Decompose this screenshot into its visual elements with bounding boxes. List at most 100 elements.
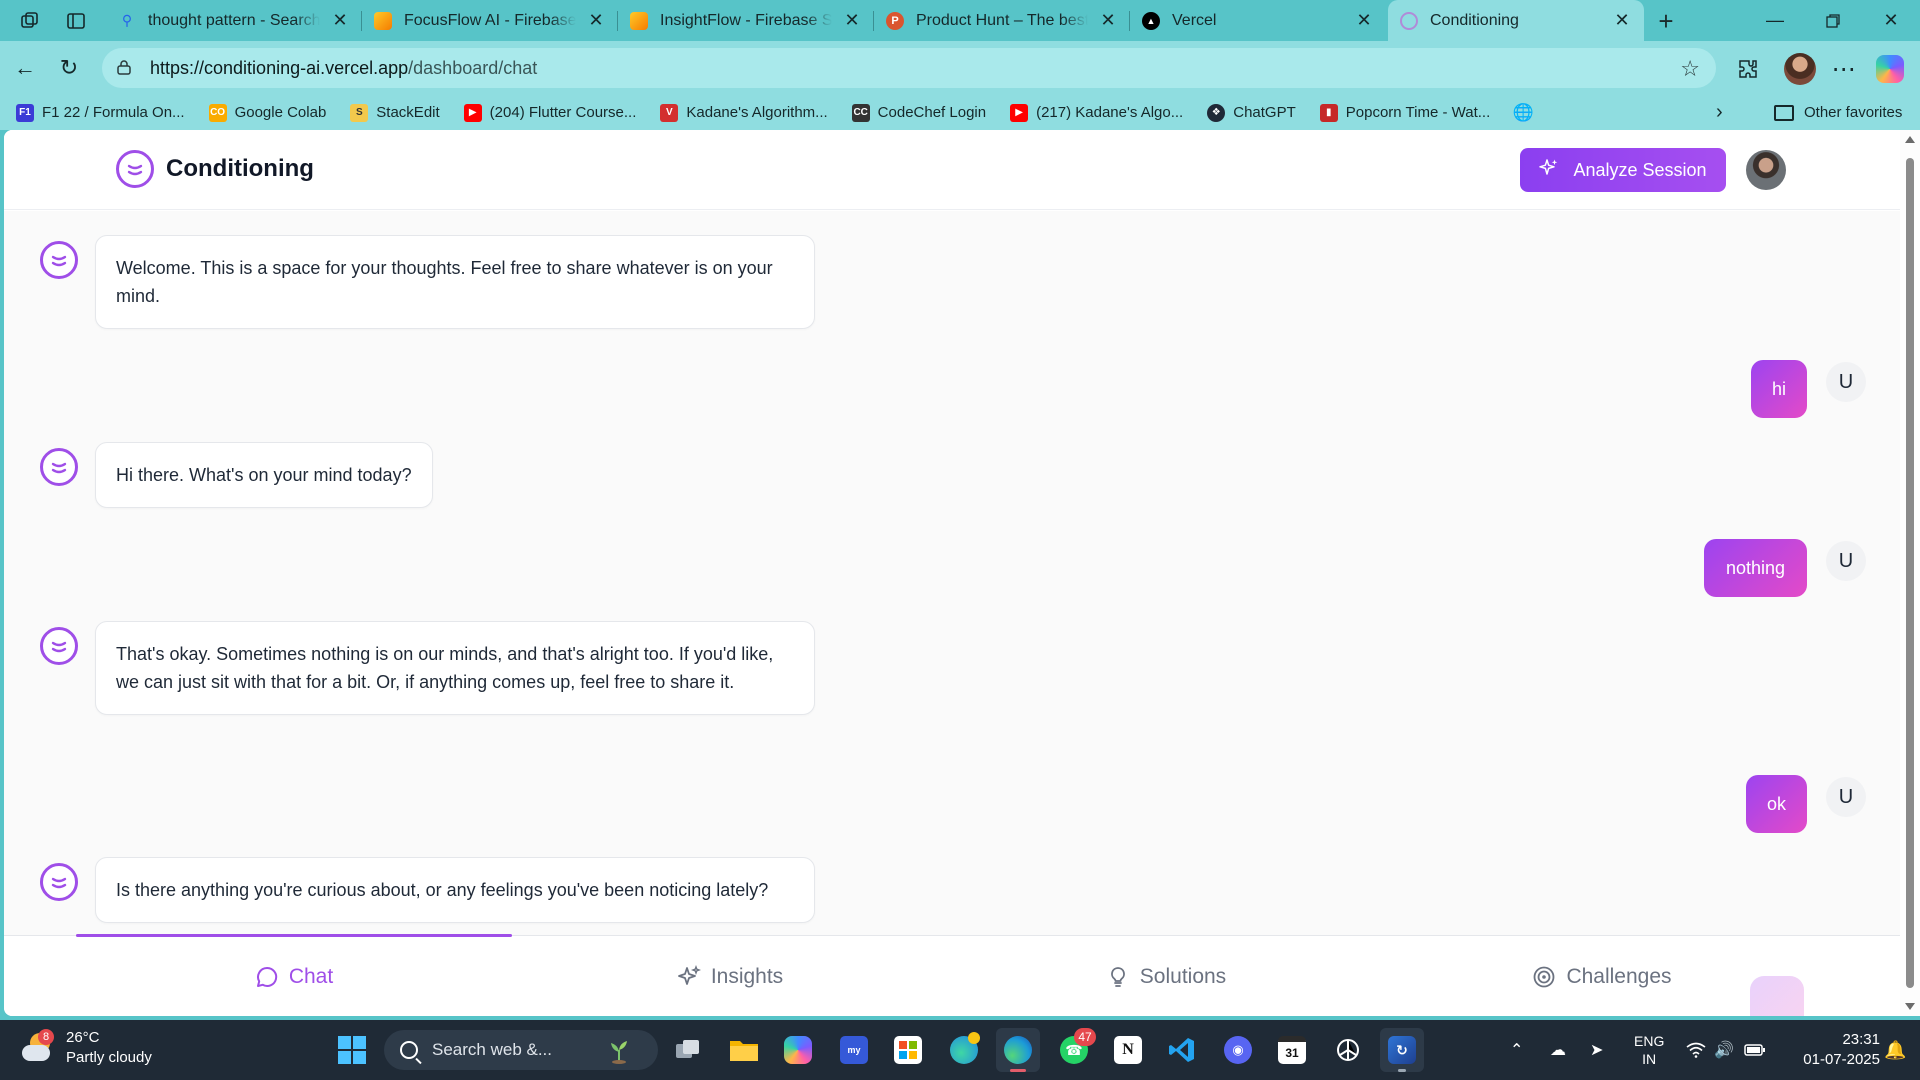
close-icon[interactable]: ✕ <box>586 10 606 31</box>
colab-icon: CO <box>208 103 227 122</box>
chevron-right-icon[interactable]: › <box>1716 95 1723 130</box>
copilot-icon[interactable] <box>1876 55 1904 83</box>
tab-label: Solutions <box>1139 964 1227 988</box>
scroll-up-icon[interactable] <box>1905 136 1915 143</box>
tab-focusflow[interactable]: FocusFlow AI - Firebase Studio ✕ <box>362 0 618 41</box>
tab-label: Insights <box>710 964 784 988</box>
calendar-icon[interactable]: 31 <box>1270 1028 1314 1072</box>
chat-bubble-icon <box>256 966 277 987</box>
close-icon[interactable]: ✕ <box>330 10 350 31</box>
location-icon[interactable]: ➤ <box>1590 1020 1603 1080</box>
youtube-icon: ▶ <box>463 103 482 122</box>
task-view-icon[interactable] <box>666 1028 710 1072</box>
discord-icon[interactable]: ◉ <box>1216 1028 1260 1072</box>
refresh-icon[interactable]: ↻ <box>54 53 84 83</box>
more-options-icon[interactable]: ⋯ <box>1828 53 1860 85</box>
bookmark-codechef[interactable]: CC CodeChef Login <box>851 103 986 122</box>
copilot-app-icon[interactable] <box>776 1028 820 1072</box>
bookmark-stackedit[interactable]: S StackEdit <box>350 103 440 122</box>
edge-browser-icon[interactable] <box>996 1028 1040 1072</box>
back-icon[interactable]: ← <box>10 53 40 83</box>
vscode-icon[interactable] <box>1160 1028 1204 1072</box>
close-icon[interactable]: ✕ <box>1612 10 1632 31</box>
chat-thread[interactable]: Welcome. This is a space for your though… <box>4 211 1900 935</box>
bookmark-chatgpt[interactable]: ❖ ChatGPT <box>1207 103 1296 122</box>
tab-producthunt[interactable]: P Product Hunt – The best new products ✕ <box>874 0 1130 41</box>
tab-search[interactable]: ⚲ thought pattern - Search ✕ <box>106 0 362 41</box>
language-indicator[interactable]: ENG IN <box>1634 1020 1664 1080</box>
tab-vercel[interactable]: ▲ Vercel ✕ <box>1130 0 1386 41</box>
system-clock[interactable]: 23:31 01-07-2025 <box>1784 1030 1880 1070</box>
codechef-icon: CC <box>851 103 870 122</box>
firebase-icon <box>630 11 648 30</box>
popcorn-icon: ▮ <box>1319 103 1338 122</box>
pycharm-app-icon[interactable]: ↻ <box>1380 1028 1424 1072</box>
browser-toolbar: ← ↻ https://conditioning-ai.vercel.app/d… <box>0 41 1920 95</box>
brand-name: Conditioning <box>166 155 314 182</box>
close-window-icon[interactable]: ✕ <box>1862 0 1920 41</box>
search-icon: ⚲ <box>121 12 133 28</box>
close-icon[interactable]: ✕ <box>842 10 862 31</box>
myjio-icon[interactable]: my <box>832 1028 876 1072</box>
bot-message-text: Welcome. This is a space for your though… <box>95 235 815 329</box>
brand[interactable]: Conditioning <box>116 150 314 188</box>
bot-message-text: That's okay. Sometimes nothing is on our… <box>95 621 815 715</box>
extensions-icon[interactable] <box>1732 53 1764 85</box>
volume-icon[interactable]: 🔊 <box>1714 1020 1734 1080</box>
tab-solutions[interactable]: Solutions <box>948 936 1384 1016</box>
other-favorites[interactable]: Other favorites <box>1774 95 1902 130</box>
site-info-icon[interactable] <box>116 59 136 78</box>
tray-overflow-icon[interactable]: ⌃ <box>1510 1020 1523 1080</box>
scrollbar-thumb[interactable] <box>1906 158 1914 988</box>
bookmarks-bar: F1 F1 22 / Formula On... CO Google Colab S… <box>0 95 1920 130</box>
close-icon[interactable]: ✕ <box>1098 10 1118 31</box>
bookmark-globe[interactable]: 🌐 <box>1513 103 1540 122</box>
file-explorer-icon[interactable] <box>722 1028 766 1072</box>
battery-icon[interactable] <box>1744 1020 1766 1080</box>
bookmark-kadane[interactable]: V Kadane's Algorithm... <box>660 103 828 122</box>
tab-insights[interactable]: Insights <box>512 936 948 1016</box>
bookmark-f1[interactable]: F1 F1 22 / Formula On... <box>16 103 185 122</box>
notion-icon[interactable]: N <box>1106 1028 1150 1072</box>
onedrive-off-icon[interactable]: ☁ <box>1550 1020 1566 1080</box>
sparkles-icon <box>1539 158 1559 183</box>
bookmark-colab[interactable]: CO Google Colab <box>208 103 326 122</box>
vertical-tabs-icon[interactable] <box>62 7 90 35</box>
restore-icon[interactable] <box>1804 0 1862 41</box>
favorite-star-icon[interactable]: ☆ <box>1680 56 1700 82</box>
notifications-icon[interactable]: 🔔 <box>1884 1020 1906 1080</box>
lang-secondary: IN <box>1642 1051 1657 1067</box>
chatgpt-app-icon[interactable] <box>1326 1028 1370 1072</box>
address-bar[interactable]: https://conditioning-ai.vercel.app/dashb… <box>102 48 1716 88</box>
edge-beta-icon[interactable] <box>942 1028 986 1072</box>
bookmark-popcorn[interactable]: ▮ Popcorn Time - Wat... <box>1319 103 1490 122</box>
bookmark-flutter[interactable]: ▶ (204) Flutter Course... <box>463 103 636 122</box>
user-avatar[interactable] <box>1746 150 1786 190</box>
plant-icon <box>611 1041 627 1064</box>
app-header: Conditioning Analyze Session <box>4 130 1900 210</box>
whatsapp-icon[interactable]: ☎ 47 <box>1052 1028 1096 1072</box>
firebase-icon <box>374 11 392 30</box>
browser-profile-avatar[interactable] <box>1784 53 1816 85</box>
minimize-icon[interactable]: — <box>1746 0 1804 41</box>
scroll-down-icon[interactable] <box>1905 1003 1915 1010</box>
floating-action-button[interactable] <box>1750 976 1804 1016</box>
bookmark-kadane-yt[interactable]: ▶ (217) Kadane's Algo... <box>1010 103 1183 122</box>
whatsapp-badge: 47 <box>1074 1028 1096 1046</box>
taskbar-search[interactable]: Search web &... <box>384 1030 658 1070</box>
tab-chat[interactable]: Chat <box>76 936 512 1016</box>
microsoft-store-icon[interactable] <box>886 1028 930 1072</box>
chatgpt-icon: ❖ <box>1207 103 1226 122</box>
close-icon[interactable]: ✕ <box>1354 10 1374 31</box>
lightbulb-icon <box>1110 966 1125 987</box>
tab-conditioning[interactable]: Conditioning ✕ <box>1388 0 1644 41</box>
page-scrollbar[interactable] <box>1900 130 1920 1016</box>
analyze-session-button[interactable]: Analyze Session <box>1520 148 1726 192</box>
workspaces-icon[interactable] <box>16 7 44 35</box>
weather-widget[interactable]: 8 26°C Partly cloudy <box>20 1028 152 1068</box>
partly-cloudy-icon: 8 <box>20 1029 54 1065</box>
tab-insightflow[interactable]: InsightFlow - Firebase Studio ✕ <box>618 0 874 41</box>
start-button[interactable] <box>330 1028 374 1072</box>
new-tab-icon[interactable]: + <box>1652 6 1680 36</box>
wifi-icon[interactable] <box>1686 1020 1706 1080</box>
